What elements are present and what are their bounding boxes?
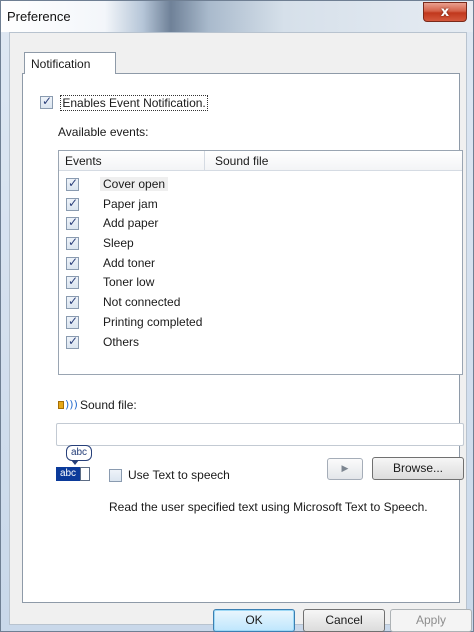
event-checkbox[interactable] (66, 255, 79, 270)
ok-button[interactable]: OK (213, 609, 295, 632)
column-header-events[interactable]: Events (65, 154, 102, 168)
event-row-others[interactable]: Others (59, 333, 462, 353)
close-button[interactable]: x (423, 2, 467, 22)
event-row-sleep[interactable]: Sleep (59, 234, 462, 254)
event-checkbox[interactable] (66, 274, 79, 290)
tab-notification[interactable]: Notification (24, 52, 116, 74)
event-label: Toner low (103, 275, 155, 290)
event-checkbox[interactable] (66, 314, 79, 329)
event-checkbox[interactable] (66, 294, 79, 310)
column-header-sound-file[interactable]: Sound file (215, 154, 268, 168)
event-label: Paper jam (103, 196, 158, 211)
event-label: Others (103, 334, 140, 349)
cancel-button[interactable]: Cancel (303, 609, 385, 632)
event-label: Not connected (103, 295, 181, 310)
event-checkbox[interactable] (66, 196, 79, 211)
window-title: Preference (7, 9, 71, 24)
preference-window: Preference x Notification Enables Event … (0, 0, 474, 632)
text-box-icon: abc (56, 467, 80, 481)
sound-file-input[interactable] (56, 423, 464, 446)
event-label: Printing completed (103, 314, 203, 329)
event-row-not-connected[interactable]: Not connected (59, 293, 462, 313)
event-checkbox[interactable] (66, 176, 79, 191)
event-checkbox[interactable] (66, 235, 79, 251)
event-row-add-toner[interactable]: Add toner (59, 254, 462, 274)
close-icon: x (440, 4, 450, 20)
use-tts-checkbox[interactable] (109, 468, 122, 482)
text-to-speech-icon: abc abc (56, 445, 96, 485)
sound-file-row: ))) Sound file: (56, 397, 137, 413)
enable-notification-row[interactable]: Enables Event Notification. (40, 94, 208, 111)
dialog-client-area: Notification Enables Event Notification.… (9, 32, 472, 632)
play-button[interactable]: ▶ (327, 458, 363, 480)
play-icon: ▶ (341, 464, 349, 474)
speaker-icon: ))) (56, 397, 78, 413)
speech-bubble-icon: abc (66, 445, 92, 461)
event-list: Cover open Paper jam Add paper Sleep Add… (59, 175, 462, 352)
browse-button[interactable]: Browse... (372, 457, 464, 480)
event-checkbox[interactable] (66, 215, 79, 231)
tts-description: Read the user specified text using Micro… (109, 500, 428, 514)
event-label: Add paper (103, 216, 159, 231)
column-separator[interactable] (204, 151, 205, 171)
use-tts-label: Use Text to speech (128, 468, 230, 482)
available-events-label: Available events: (58, 125, 149, 139)
event-label: Sleep (103, 236, 134, 251)
use-tts-row[interactable]: Use Text to speech (109, 468, 230, 482)
enable-notification-label: Enables Event Notification. (60, 94, 208, 111)
event-checkbox[interactable] (66, 334, 79, 349)
sound-file-label: Sound file: (80, 398, 137, 412)
event-label: Cover open (100, 177, 169, 191)
event-row-add-paper[interactable]: Add paper (59, 214, 462, 234)
event-row-printing-completed[interactable]: Printing completed (59, 313, 462, 333)
event-label: Add toner (103, 255, 156, 270)
event-row-cover-open[interactable]: Cover open (59, 175, 462, 195)
event-row-toner-low[interactable]: Toner low (59, 273, 462, 293)
apply-button[interactable]: Apply (390, 609, 472, 632)
events-header: Events Sound file (59, 151, 462, 171)
title-bar[interactable]: Preference x (1, 1, 473, 32)
enable-notification-checkbox[interactable] (40, 94, 53, 110)
event-row-paper-jam[interactable]: Paper jam (59, 195, 462, 215)
events-list-view[interactable]: Events Sound file Cover open Paper jam A… (58, 150, 463, 375)
